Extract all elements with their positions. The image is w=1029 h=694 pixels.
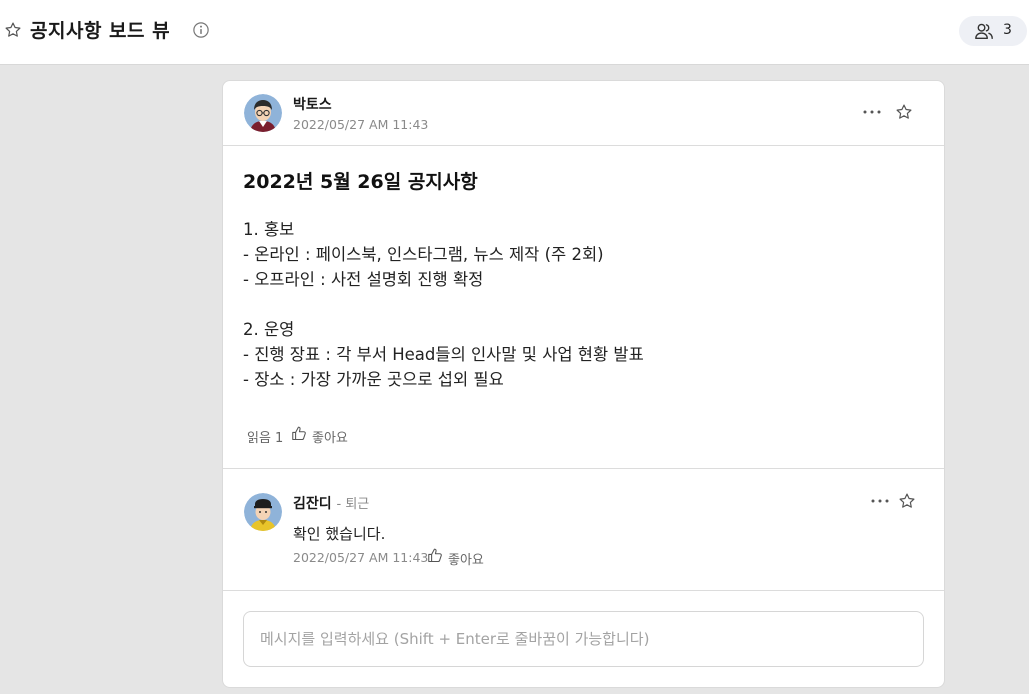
avatar[interactable] — [244, 493, 282, 531]
comment-author-name: 김잔디 — [293, 496, 332, 512]
comment-like-button[interactable]: 좋아요 — [448, 549, 484, 568]
avatar[interactable] — [244, 94, 282, 132]
comment-author[interactable]: 김잔디 - 퇴근 — [293, 493, 369, 513]
post-line: - 진행 장표 : 각 부서 Head들의 인사말 및 사업 현황 발표 — [243, 345, 644, 364]
favorite-star-icon[interactable] — [4, 21, 22, 39]
like-button[interactable]: 좋아요 — [312, 427, 348, 446]
user-avatar-icon — [244, 493, 282, 531]
more-horizontal-icon[interactable] — [870, 498, 890, 504]
post-title: 2022년 5월 26일 공지사항 — [243, 171, 478, 193]
bookmark-star-icon[interactable] — [898, 492, 916, 510]
user-avatar-icon — [244, 94, 282, 132]
info-icon[interactable] — [192, 21, 210, 39]
comment-timestamp: 2022/05/27 AM 11:43 — [293, 550, 429, 565]
message-input[interactable] — [243, 611, 924, 667]
board-title: 공지사항 보드 뷰 — [30, 20, 171, 42]
post-line: 1. 홍보 — [243, 220, 295, 239]
post-timestamp: 2022/05/27 AM 11:43 — [293, 117, 429, 132]
post-author[interactable]: 박토스 — [293, 94, 332, 114]
divider — [223, 468, 944, 469]
post-line: - 오프라인 : 사전 설명회 진행 확정 — [243, 270, 484, 289]
divider — [223, 145, 944, 146]
read-count[interactable]: 읽음 1 — [247, 427, 283, 446]
post-line: 2. 운영 — [243, 320, 295, 339]
comment-text: 확인 했습니다. — [293, 525, 386, 543]
members-button[interactable]: 3 — [959, 16, 1027, 46]
post-line: - 온라인 : 페이스북, 인스타그램, 뉴스 제작 (주 2회) — [243, 245, 604, 264]
comment-author-status: - 퇴근 — [336, 497, 370, 512]
more-horizontal-icon[interactable] — [862, 109, 882, 115]
post-line: - 장소 : 가장 가까운 곳으로 섭외 필요 — [243, 370, 504, 389]
bookmark-star-icon[interactable] — [895, 103, 913, 121]
users-icon — [975, 23, 993, 40]
thumbs-up-icon[interactable] — [291, 425, 308, 442]
member-count: 3 — [1003, 22, 1012, 38]
thumbs-up-icon[interactable] — [427, 547, 444, 564]
post-card: 박토스 2022/05/27 AM 11:43 2022년 5월 26일 공지사… — [222, 80, 945, 688]
top-bar: 공지사항 보드 뷰 3 — [0, 0, 1029, 65]
divider — [223, 590, 944, 591]
